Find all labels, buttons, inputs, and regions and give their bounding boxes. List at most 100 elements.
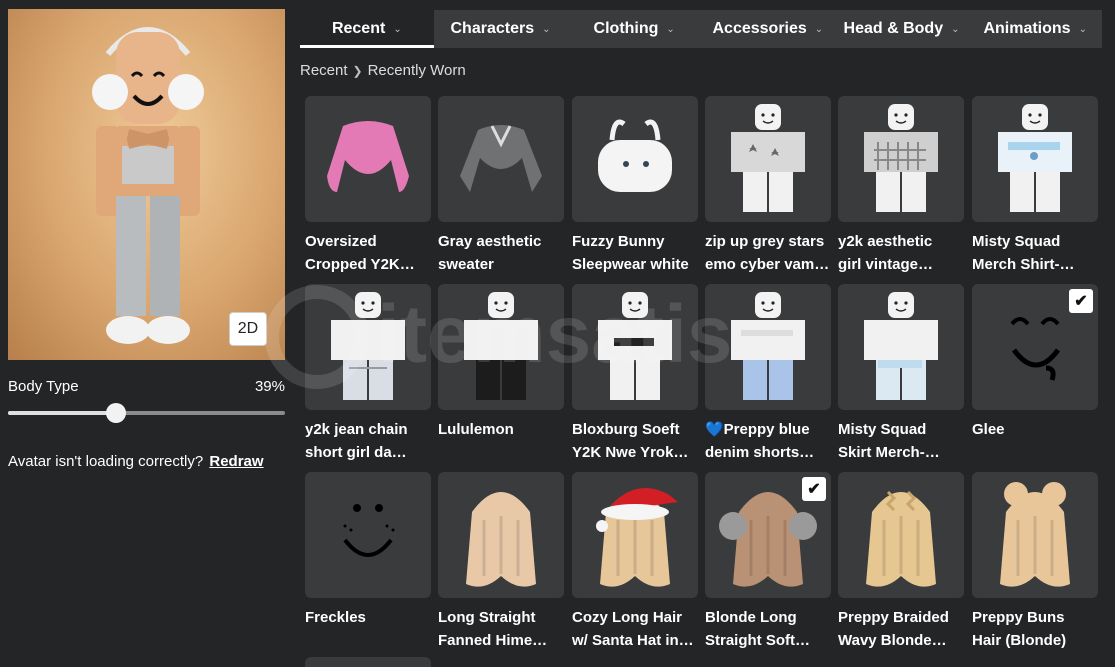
item-name[interactable]: Lululemon (438, 418, 564, 464)
item-thumbnail[interactable] (305, 472, 431, 598)
item-name[interactable]: Fuzzy Bunny Sleepwear white (572, 230, 698, 276)
figure-stars-thumbnail (731, 104, 805, 212)
tab-label: Accessories (712, 20, 807, 37)
breadcrumb: Recent ❯ Recently Worn (300, 62, 466, 79)
tab-recent[interactable]: Recent ⌄ (300, 10, 434, 48)
item-card[interactable]: Bloxburg Soeft Y2K Nwe Yrok… (572, 284, 698, 464)
pink-hoodie-thumbnail (327, 121, 409, 192)
slider-fill (8, 411, 117, 415)
redraw-link[interactable]: Redraw (209, 453, 263, 470)
face-freckles-thumbnail (343, 504, 395, 557)
next-row-tile (305, 657, 431, 667)
body-type-label: Body Type (8, 378, 79, 395)
item-thumbnail[interactable] (572, 472, 698, 598)
item-name[interactable]: Long Straight Fanned Hime… (438, 606, 564, 652)
item-thumbnail[interactable] (838, 96, 964, 222)
slider-thumb[interactable] (106, 403, 127, 423)
body-type-slider[interactable] (8, 403, 285, 423)
item-thumbnail[interactable] (838, 284, 964, 410)
item-name[interactable]: Bloxburg Soeft Y2K Nwe Yrok… (572, 418, 698, 464)
item-name[interactable]: Oversized Cropped Y2K… (305, 230, 431, 276)
item-card[interactable]: y2k jean chain short girl da… (305, 284, 431, 464)
item-card[interactable]: Long Straight Fanned Hime… (438, 472, 564, 652)
item-name[interactable]: Misty Squad Skirt Merch-… (838, 418, 964, 464)
tab-label: Clothing (593, 20, 659, 37)
item-card[interactable]: Preppy Buns Hair (Blonde) (972, 472, 1098, 652)
breadcrumb-current: Recently Worn (367, 62, 466, 79)
item-thumbnail[interactable] (305, 96, 431, 222)
figure-ny-shirt-thumbnail (598, 292, 672, 400)
checkmark-icon: ✔ (1069, 289, 1093, 313)
item-name[interactable]: zip up grey stars emo cyber vam… (705, 230, 831, 276)
item-thumbnail[interactable] (438, 284, 564, 410)
item-card[interactable]: Gray aesthetic sweater (438, 96, 564, 276)
item-card[interactable]: ✔ Blonde Long Straight Soft… (705, 472, 831, 652)
item-name[interactable]: Cozy Long Hair w/ Santa Hat in… (572, 606, 698, 652)
item-thumbnail[interactable] (438, 472, 564, 598)
tab-clothing[interactable]: Clothing ⌄ (567, 10, 701, 48)
tab-characters[interactable]: Characters ⌄ (434, 10, 568, 48)
tab-label: Characters (450, 20, 535, 37)
item-thumbnail[interactable]: ✔ (972, 284, 1098, 410)
item-card[interactable]: zip up grey stars emo cyber vam… (705, 96, 831, 276)
item-name[interactable]: Blonde Long Straight Soft… (705, 606, 831, 652)
item-name[interactable]: y2k aesthetic girl vintage… (838, 230, 964, 276)
item-name[interactable]: Freckles (305, 606, 431, 652)
item-card[interactable]: ✔ Glee (972, 284, 1098, 464)
breadcrumb-root[interactable]: Recent (300, 62, 348, 79)
chevron-down-icon: ⌄ (1078, 23, 1087, 35)
tab-head-body[interactable]: Head & Body ⌄ (835, 10, 969, 48)
item-thumbnail[interactable] (438, 96, 564, 222)
item-card[interactable]: Oversized Cropped Y2K… (305, 96, 431, 276)
chevron-down-icon: ⌄ (666, 23, 675, 35)
gray-sweater-thumbnail (460, 125, 542, 192)
bunny-bag-thumbnail (598, 119, 672, 192)
figure-jean-shorts-thumbnail (331, 292, 405, 400)
item-thumbnail[interactable] (972, 96, 1098, 222)
2d-toggle-button[interactable]: 2D (229, 312, 267, 346)
item-name[interactable]: 💙Preppy blue denim shorts… (705, 418, 831, 464)
item-card[interactable]: Lululemon (438, 284, 564, 464)
item-card[interactable]: Freckles (305, 472, 431, 652)
tab-label: Head & Body (843, 20, 944, 37)
chevron-down-icon: ⌄ (542, 23, 551, 35)
chevron-right-icon: ❯ (352, 63, 363, 78)
checkmark-icon: ✔ (802, 477, 826, 501)
item-thumbnail[interactable] (572, 96, 698, 222)
item-card[interactable]: 💙Preppy blue denim shorts… (705, 284, 831, 464)
tab-label: Animations (983, 20, 1071, 37)
item-name[interactable]: Preppy Braided Wavy Blonde… (838, 606, 964, 652)
figure-blue-shirt-thumbnail (998, 104, 1072, 212)
figure-denim-shorts-thumbnail (731, 292, 805, 400)
figure-skirt-thumbnail (864, 292, 938, 400)
item-card[interactable]: Fuzzy Bunny Sleepwear white (572, 96, 698, 276)
item-name[interactable]: Glee (972, 418, 1098, 464)
tab-accessories[interactable]: Accessories ⌄ (701, 10, 835, 48)
item-card[interactable]: Misty Squad Merch Shirt-… (972, 96, 1098, 276)
item-thumbnail[interactable] (705, 96, 831, 222)
item-thumbnail[interactable] (705, 284, 831, 410)
item-thumbnail[interactable]: ✔ (705, 472, 831, 598)
item-name[interactable]: Gray aesthetic sweater (438, 230, 564, 276)
avatar-preview: 2D (8, 9, 285, 360)
figure-black-shorts-thumbnail (464, 292, 538, 400)
item-thumbnail[interactable] (305, 284, 431, 410)
tab-animations[interactable]: Animations ⌄ (968, 10, 1102, 48)
item-name[interactable]: Misty Squad Merch Shirt-… (972, 230, 1098, 276)
body-type-value: 39% (254, 378, 285, 395)
item-name[interactable]: Preppy Buns Hair (Blonde) (972, 606, 1098, 652)
item-card[interactable]: Cozy Long Hair w/ Santa Hat in… (572, 472, 698, 652)
item-card[interactable]: y2k aesthetic girl vintage… (838, 96, 964, 276)
item-thumbnail[interactable] (838, 472, 964, 598)
avatar-loading-text: Avatar isn't loading correctly? (8, 453, 204, 470)
item-card[interactable]: Preppy Braided Wavy Blonde… (838, 472, 964, 652)
chevron-down-icon: ⌄ (393, 23, 402, 35)
avatar-figure (92, 27, 204, 344)
item-thumbnail[interactable] (972, 472, 1098, 598)
avatar-loading-message: Avatar isn't loading correctly? Redraw (8, 453, 264, 470)
hair-santa-thumbnail (596, 488, 678, 587)
item-card[interactable]: Misty Squad Skirt Merch-… (838, 284, 964, 464)
item-thumbnail[interactable] (572, 284, 698, 410)
hair-braided-thumbnail (866, 490, 936, 587)
item-name[interactable]: y2k jean chain short girl da… (305, 418, 431, 464)
